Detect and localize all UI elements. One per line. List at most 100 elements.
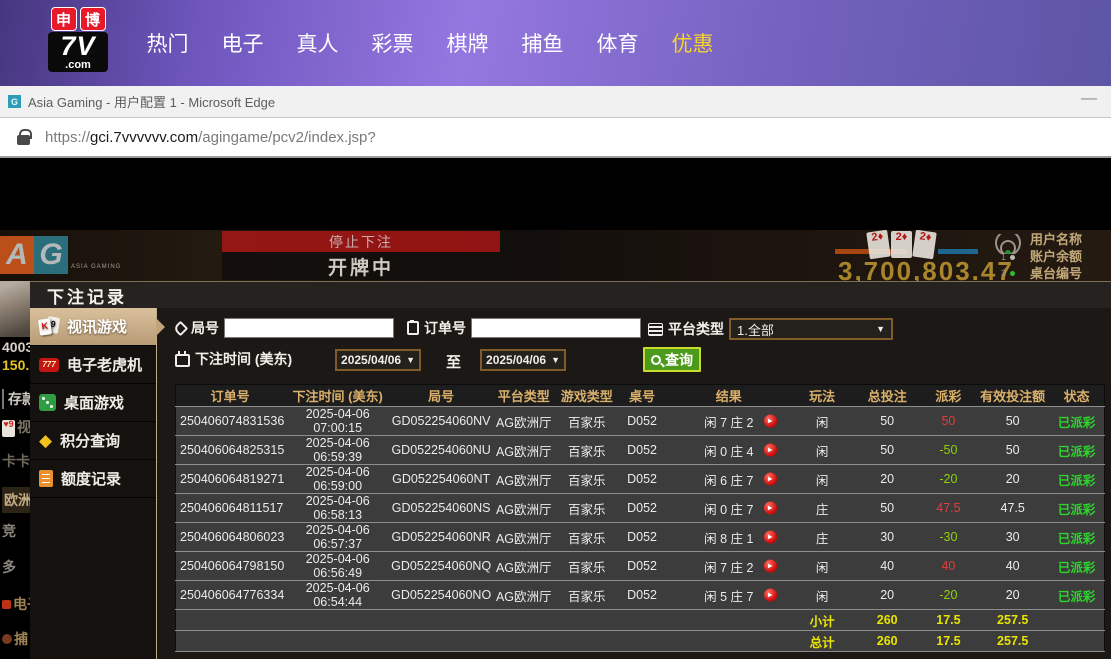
nav-item-slots[interactable]: 电子: [205, 28, 280, 58]
sidebar-item-slots[interactable]: 777 电子老虎机: [30, 346, 156, 384]
date-from-select[interactable]: 2025/04/06 ▼: [335, 349, 421, 371]
cell-payout: -20: [921, 581, 976, 610]
browser-titlebar: G Asia Gaming - 用户配置 1 - Microsoft Edge …: [0, 86, 1111, 118]
play-icon[interactable]: ▶: [764, 415, 777, 428]
search-icon: [651, 355, 661, 365]
cell-round-id: GD052254060NR: [391, 523, 491, 552]
modal-content: 局号 订单号 平台类型 1.全部: [157, 308, 1111, 659]
date-to-select[interactable]: 2025/04/06 ▼: [480, 349, 566, 371]
cell-result: 闲 8 庄 1▶: [667, 523, 791, 552]
nav-item-promo[interactable]: 优惠: [655, 28, 730, 58]
table-number-label: 桌台编号: [1030, 265, 1111, 281]
round-input[interactable]: [224, 318, 394, 338]
address-bar[interactable]: https://gci.7vvvvvv.com/agingame/pcv2/in…: [0, 118, 1111, 158]
ag-logo: A G ASIA GAMING: [0, 236, 121, 274]
cell-payout: 50: [921, 407, 976, 436]
site-logo[interactable]: 申 博 7V .com: [48, 7, 108, 72]
logo-badge-1: 申: [51, 7, 77, 31]
col-order-id: 订单号: [176, 385, 285, 407]
play-icon[interactable]: ▶: [764, 560, 777, 573]
url-text[interactable]: https://gci.7vvvvvv.com/agingame/pcv2/in…: [45, 129, 376, 146]
sidebar-item-table-games[interactable]: 桌面游戏: [30, 384, 156, 422]
casino-background-strip: A G ASIA GAMING 停止下注 开牌中 2♦ 2♦ 2♦ 3,700,…: [0, 230, 1111, 281]
cell-play-type: 庄: [791, 494, 854, 523]
col-payout: 派彩: [921, 385, 976, 407]
nav-item-hot[interactable]: 热门: [130, 28, 205, 58]
url-host: gci.7vvvvvv.com: [90, 129, 198, 146]
summary-value: 17.5: [921, 610, 976, 631]
cell-valid-bet: 20: [976, 581, 1049, 610]
summary-row: 总计26017.5257.5: [176, 631, 1105, 652]
sidebar-item-credit-records[interactable]: 额度记录: [30, 460, 156, 498]
cell-result: 闲 0 庄 7 ▶: [667, 494, 791, 523]
deposit-label: 存款: [2, 389, 30, 409]
cell-bet-time: 2025-04-06 06:57:37: [284, 523, 391, 552]
play-icon[interactable]: ▶: [764, 589, 777, 602]
sidebar-item-video-games[interactable]: 9K 视讯游戏: [30, 308, 156, 346]
left-strip-number: 4003: [2, 339, 30, 355]
cell-total-bet: 20: [854, 465, 921, 494]
play-icon[interactable]: ▶: [764, 502, 777, 515]
col-round-id: 局号: [391, 385, 491, 407]
table-row: 2504060748315362025-04-06 07:00:15GD0522…: [176, 407, 1105, 436]
nav-item-sports[interactable]: 体育: [580, 28, 655, 58]
result-text: 闲 0 庄 7: [704, 499, 753, 518]
cell-platform: AG欧洲厅: [491, 494, 556, 523]
cell-game-type: 百家乐: [556, 436, 617, 465]
left-strip-dianzi: 电子: [2, 594, 30, 614]
bet-meter-blue: [938, 249, 978, 254]
cell-bet-time: 2025-04-06 06:59:00: [284, 465, 391, 494]
cell-status: 已派彩: [1049, 581, 1104, 610]
result-text: 闲 0 庄 4: [704, 441, 753, 460]
platform-label: 平台类型: [668, 319, 724, 339]
minimize-button[interactable]: —: [1081, 90, 1097, 108]
cell-payout: 40: [921, 552, 976, 581]
bet-table-body: 2504060748315362025-04-06 07:00:15GD0522…: [176, 407, 1105, 652]
cell-status: 已派彩: [1049, 552, 1104, 581]
play-icon[interactable]: ▶: [764, 531, 777, 544]
col-bet-time: 下注时间 (美东): [284, 385, 391, 407]
ag-logo-subtext: ASIA GAMING: [71, 264, 121, 270]
gem-icon: ◆: [39, 432, 52, 449]
nav-item-cards[interactable]: 棋牌: [430, 28, 505, 58]
table-row: 2504060647981502025-04-06 06:56:49GD0522…: [176, 552, 1105, 581]
modal-title: 下注记录: [47, 283, 127, 308]
cell-game-type: 百家乐: [556, 581, 617, 610]
nav-item-fishing[interactable]: 捕鱼: [505, 28, 580, 58]
search-button[interactable]: 查询: [643, 347, 701, 372]
cell-result: 闲 5 庄 7▶: [667, 581, 791, 610]
platform-select[interactable]: 1.全部 ▼: [729, 318, 893, 340]
cell-round-id: GD052254060NO: [391, 581, 491, 610]
nav-item-live[interactable]: 真人: [280, 28, 355, 58]
result-text: 闲 6 庄 7: [704, 470, 753, 489]
document-icon: [39, 470, 53, 487]
cell-status: 已派彩: [1049, 465, 1104, 494]
cell-bet-time: 2025-04-06 06:54:44: [284, 581, 391, 610]
to-label: 至: [446, 351, 461, 372]
balance-amount: 3,700,803.47: [838, 256, 1014, 281]
avatar: [0, 281, 30, 337]
summary-value: 257.5: [976, 631, 1049, 652]
cell-order-id: 250406064819271: [176, 465, 285, 494]
cell-status: 已派彩: [1049, 523, 1104, 552]
playing-card: 2♦: [891, 231, 912, 258]
page-background: A G ASIA GAMING 停止下注 开牌中 2♦ 2♦ 2♦ 3,700,…: [0, 158, 1111, 659]
bet-records-table: 订单号 下注时间 (美东) 局号 平台类型 游戏类型 桌号 结果 玩法 总投注 …: [175, 384, 1105, 652]
player-info-labels: 用户名称 账户余额 桌台编号: [1030, 231, 1111, 281]
playing-card: 2♦: [866, 230, 891, 259]
cell-table-id: D052: [617, 465, 667, 494]
col-game-type: 游戏类型: [556, 385, 617, 407]
cell-status: 已派彩: [1049, 494, 1104, 523]
nav-item-lottery[interactable]: 彩票: [355, 28, 430, 58]
play-icon[interactable]: ▶: [764, 444, 777, 457]
order-input[interactable]: [471, 318, 641, 338]
sidebar-item-points-query[interactable]: ◆ 积分查询: [30, 422, 156, 460]
ag-logo-g: G: [34, 236, 68, 274]
cell-valid-bet: 50: [976, 436, 1049, 465]
cell-order-id: 250406064825315: [176, 436, 285, 465]
summary-value: 17.5: [921, 631, 976, 652]
summary-value: [1049, 631, 1104, 652]
cell-game-type: 百家乐: [556, 465, 617, 494]
play-icon[interactable]: ▶: [764, 473, 777, 486]
cell-round-id: GD052254060NT: [391, 465, 491, 494]
